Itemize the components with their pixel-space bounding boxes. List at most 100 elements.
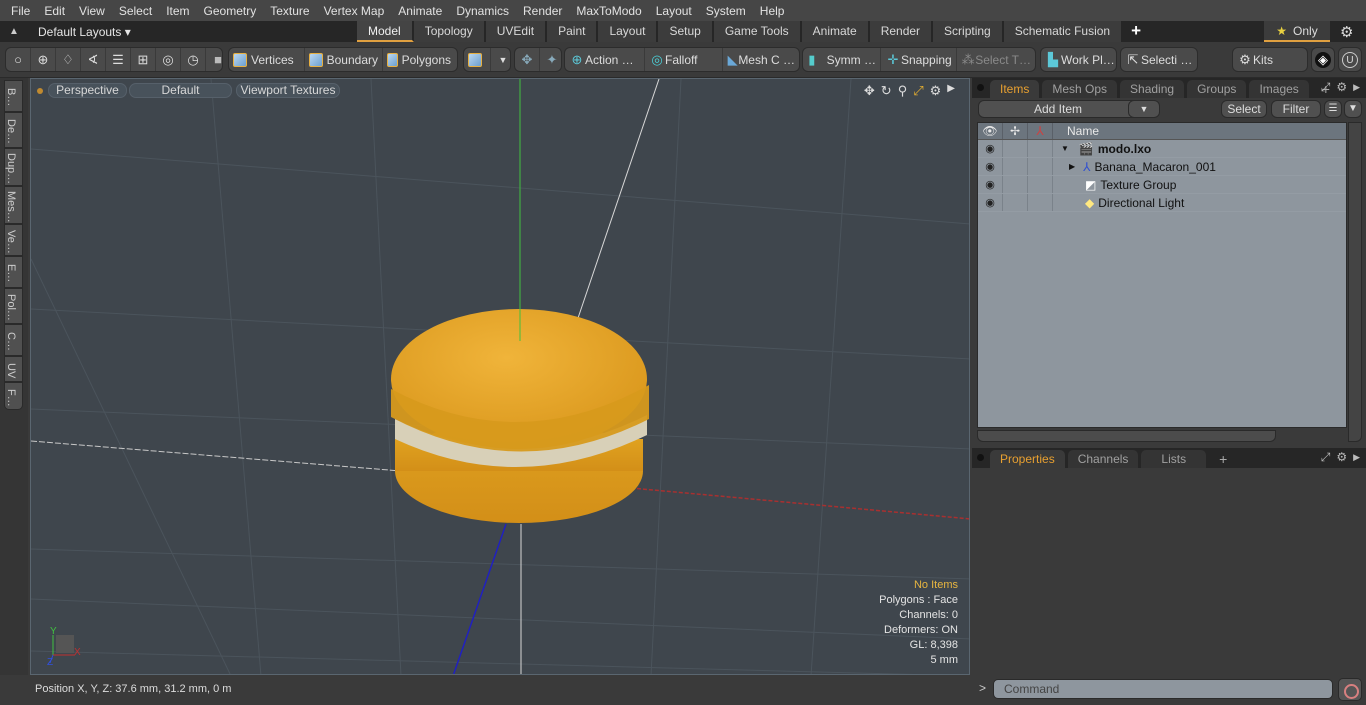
menu-edit[interactable]: Edit [37, 4, 72, 18]
unity-button[interactable]: ◈ [1311, 47, 1335, 72]
left-tab-polygon[interactable]: Pol… [4, 288, 23, 324]
3d-viewport[interactable]: Y X Z Perspective Default Viewport Textu… [30, 78, 970, 675]
add-panel-tab-icon[interactable]: + [1209, 450, 1237, 468]
tab-properties[interactable]: Properties [990, 450, 1065, 468]
menu-animate[interactable]: Animate [391, 4, 449, 18]
tab-scripting[interactable]: Scripting [933, 21, 1004, 42]
command-input[interactable]: Command [993, 679, 1333, 699]
maximize-icon[interactable]: ⤢ [913, 83, 923, 99]
view-mode-button[interactable]: Perspective [48, 83, 127, 98]
tab-render[interactable]: Render [869, 21, 934, 42]
left-tab-edge[interactable]: E… [4, 256, 23, 288]
tree-row[interactable]: ◉ ◆ Directional Light [978, 194, 1346, 212]
visibility-column-eye-icon[interactable]: 👁 [978, 123, 1003, 139]
left-tab-basic[interactable]: B… [4, 80, 23, 112]
tab-items[interactable]: Items [990, 80, 1040, 98]
kits-button[interactable]: ⚙ Kits [1233, 48, 1277, 71]
tab-images[interactable]: Images [1249, 80, 1309, 98]
visibility-eye-icon[interactable]: ◉ [978, 158, 1003, 175]
tab-mesh-ops[interactable]: Mesh Ops [1042, 80, 1118, 98]
tab-animate[interactable]: Animate [801, 21, 870, 42]
menu-system[interactable]: System [699, 4, 753, 18]
pan-icon[interactable]: ✥ [864, 83, 875, 99]
left-tab-fusion[interactable]: F… [4, 382, 23, 410]
tab-paint[interactable]: Paint [547, 21, 599, 42]
panel-menu-arrow-icon[interactable]: ▶ [1353, 450, 1360, 465]
viewport-settings-icon[interactable]: ⚙ [930, 83, 942, 99]
rotate-icon[interactable]: ↻ [881, 83, 892, 99]
lock-column-icon[interactable]: ✢ [1003, 123, 1028, 139]
unreal-button[interactable]: U [1338, 47, 1362, 72]
shading-mode-button[interactable]: Default [129, 83, 232, 98]
polygons-button[interactable]: Polygons [383, 48, 455, 71]
left-tab-deform[interactable]: De… [4, 112, 23, 148]
axis-column-icon[interactable]: ⅄ [1028, 123, 1053, 139]
tab-setup[interactable]: Setup [658, 21, 714, 42]
expand-triangle-icon[interactable]: ▶ [1069, 158, 1075, 176]
selection-sets-button[interactable]: ⇱ Selecti … [1121, 48, 1196, 71]
name-column-header[interactable]: Name [1053, 123, 1099, 139]
menu-maxtomodo[interactable]: MaxToModo [569, 4, 648, 18]
tab-topology[interactable]: Topology [413, 21, 486, 42]
work-plane-button[interactable]: ▙ Work Pl… [1041, 48, 1119, 71]
filter-button[interactable]: Filter [1271, 100, 1321, 118]
item-mode-button[interactable] [464, 48, 491, 71]
tab-groups[interactable]: Groups [1187, 80, 1247, 98]
vertices-button[interactable]: Vertices [229, 48, 305, 71]
tree-horizontal-scrollbar[interactable] [977, 430, 1276, 442]
expand-panel-icon[interactable]: ⤢ [1321, 450, 1331, 465]
tree-row[interactable]: ◉ ▼ 🎬 modo.lxo [978, 140, 1346, 158]
action-center-icon[interactable]: ✥ [515, 48, 540, 71]
pivot-icon[interactable]: ✦ [540, 48, 564, 71]
target-frame-icon[interactable]: ◎ [156, 48, 181, 71]
expand-panel-icon[interactable]: ⤢ [1321, 80, 1331, 95]
boundary-button[interactable]: Boundary [305, 48, 383, 71]
menu-dynamics[interactable]: Dynamics [449, 4, 516, 18]
tree-row[interactable]: ◉ ▶ ⅄ Banana_Macaron_001 [978, 158, 1346, 176]
add-tab-plus-icon[interactable]: + [1123, 21, 1152, 42]
viewport-indicator-icon[interactable] [37, 88, 43, 94]
left-tab-duplicate[interactable]: Dup… [4, 148, 23, 186]
add-item-dropdown[interactable]: ▼ [1128, 100, 1160, 118]
menu-view[interactable]: View [72, 4, 112, 18]
tab-lists[interactable]: Lists [1141, 450, 1207, 468]
snapping-button[interactable]: ✛ Snapping [881, 48, 957, 71]
left-tab-curve[interactable]: C… [4, 324, 23, 356]
tab-uvedit[interactable]: UVEdit [485, 21, 548, 42]
expand-triangle-icon[interactable]: ▼ [1061, 140, 1069, 158]
panel-indicator-icon[interactable] [977, 454, 984, 461]
mesh-constraint-button[interactable]: ◣ Mesh C … [723, 48, 799, 71]
viewport-textures-button[interactable]: Viewport Textures [236, 83, 340, 98]
record-macro-button[interactable] [1338, 678, 1362, 701]
tab-channels[interactable]: Channels [1067, 450, 1139, 468]
menu-render[interactable]: Render [516, 4, 569, 18]
menu-help[interactable]: Help [753, 4, 792, 18]
menu-item[interactable]: Item [159, 4, 196, 18]
select-button[interactable]: Select [1221, 100, 1267, 118]
menu-layout[interactable]: Layout [649, 4, 699, 18]
panel-settings-icon[interactable]: ⚙ [1336, 450, 1347, 465]
globe-icon[interactable]: ⊕ [31, 48, 56, 71]
viewport-menu-arrow-icon[interactable]: ▶ [947, 83, 955, 99]
tree-vertical-scrollbar[interactable] [1348, 122, 1362, 442]
tab-shading[interactable]: Shading [1120, 80, 1185, 98]
zoom-icon[interactable]: ⚲ [898, 83, 908, 99]
add-item-button[interactable]: Add Item [978, 100, 1138, 118]
clock-icon[interactable]: ◷ [181, 48, 206, 71]
pen-icon[interactable]: ♢ [56, 48, 81, 71]
visibility-eye-icon[interactable]: ◉ [978, 194, 1003, 211]
left-tab-mesh-edit[interactable]: Mes… [4, 186, 23, 224]
circle-select-icon[interactable]: ○ [6, 48, 31, 71]
panel-indicator-icon[interactable] [977, 84, 984, 91]
tab-layout[interactable]: Layout [598, 21, 659, 42]
tab-game-tools[interactable]: Game Tools [713, 21, 802, 42]
panel-settings-icon[interactable]: ⚙ [1336, 80, 1347, 95]
gear-icon[interactable]: ⚙ [1340, 23, 1353, 41]
layouts-dropdown[interactable]: Default Layouts ▾ [38, 25, 328, 39]
visibility-eye-icon[interactable]: ◉ [978, 140, 1003, 157]
tree-row[interactable]: ◉ ◩ Texture Group [978, 176, 1346, 194]
cross-frame-icon[interactable]: ⊞ [131, 48, 156, 71]
menu-geometry[interactable]: Geometry [197, 4, 264, 18]
action-button[interactable]: ⊕ Action … [565, 48, 645, 71]
funnel-filter-icon[interactable]: ▼ [1344, 100, 1362, 118]
